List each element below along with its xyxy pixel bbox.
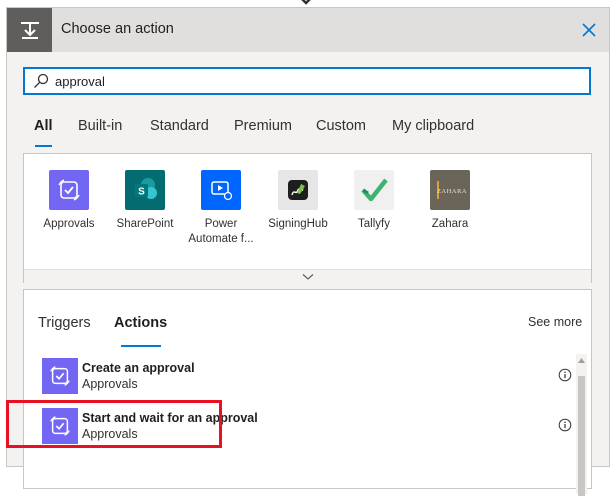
signinghub-icon bbox=[278, 170, 318, 210]
connector-label: Approvals bbox=[43, 218, 95, 230]
search-box[interactable] bbox=[23, 67, 591, 95]
tab-all[interactable]: All bbox=[34, 118, 53, 134]
operation-icon bbox=[7, 8, 52, 52]
tab-built-in[interactable]: Built-in bbox=[78, 118, 122, 134]
chevron-down-icon bbox=[302, 274, 313, 280]
info-icon[interactable] bbox=[558, 368, 572, 382]
choose-action-dialog: Choose an action All Built-in Standard P… bbox=[6, 7, 610, 496]
close-button[interactable] bbox=[579, 20, 599, 40]
dialog-header: Choose an action bbox=[7, 8, 609, 52]
connector-label: Zahara bbox=[431, 218, 469, 230]
highlight-box bbox=[6, 400, 222, 448]
svg-text:S: S bbox=[138, 187, 145, 198]
connectors-panel: Approvals S SharePoint Power Automate f.… bbox=[23, 153, 592, 284]
expand-connectors-button[interactable] bbox=[24, 269, 591, 284]
scrollbar-thumb[interactable] bbox=[578, 376, 585, 496]
search-input[interactable] bbox=[53, 72, 557, 90]
connector-label: Power Automate f... bbox=[188, 218, 254, 245]
tab-my-clipboard[interactable]: My clipboard bbox=[392, 118, 474, 134]
zahara-icon: ZAHARA bbox=[430, 170, 470, 210]
connector-label: SigningHub bbox=[268, 218, 328, 230]
power-automate-icon bbox=[201, 170, 241, 210]
connector-power-automate[interactable]: Power Automate f... bbox=[183, 170, 259, 247]
tab-custom[interactable]: Custom bbox=[316, 118, 366, 134]
tab-actions[interactable]: Actions bbox=[114, 315, 167, 331]
connector-approvals[interactable]: Approvals bbox=[31, 170, 107, 232]
approvals-icon bbox=[49, 170, 89, 210]
connector-label: Tallyfy bbox=[358, 218, 390, 230]
connector-label: SharePoint bbox=[116, 218, 174, 230]
tab-active-indicator bbox=[35, 145, 52, 147]
connector-signinghub[interactable]: SigningHub bbox=[260, 170, 336, 232]
connector-sharepoint[interactable]: S SharePoint bbox=[107, 170, 183, 232]
connector-tallyfy[interactable]: Tallyfy bbox=[336, 170, 412, 232]
tab-triggers[interactable]: Triggers bbox=[38, 315, 91, 331]
action-title: Create an approval bbox=[82, 361, 195, 375]
actions-scrollbar[interactable] bbox=[576, 354, 587, 496]
svg-text:ZAHARA: ZAHARA bbox=[437, 188, 467, 195]
operations-panel: Triggers Actions See more Create an appr… bbox=[23, 289, 592, 496]
search-icon bbox=[34, 73, 49, 88]
connector-zahara[interactable]: ZAHARA Zahara bbox=[412, 170, 488, 232]
tab-active-indicator bbox=[121, 345, 161, 347]
action-create-an-approval[interactable]: Create an approval Approvals bbox=[36, 354, 572, 398]
see-more-link[interactable]: See more bbox=[528, 315, 582, 329]
scroll-up-icon[interactable] bbox=[578, 358, 585, 363]
close-icon bbox=[582, 23, 596, 37]
approvals-icon bbox=[42, 358, 78, 394]
sharepoint-icon: S bbox=[125, 170, 165, 210]
connector-arrow-icon bbox=[301, 0, 311, 5]
dialog-title: Choose an action bbox=[61, 21, 174, 37]
tab-standard[interactable]: Standard bbox=[150, 118, 209, 134]
tallyfy-icon bbox=[354, 170, 394, 210]
tab-premium[interactable]: Premium bbox=[234, 118, 292, 134]
info-icon[interactable] bbox=[558, 418, 572, 432]
action-connector: Approvals bbox=[82, 377, 138, 391]
